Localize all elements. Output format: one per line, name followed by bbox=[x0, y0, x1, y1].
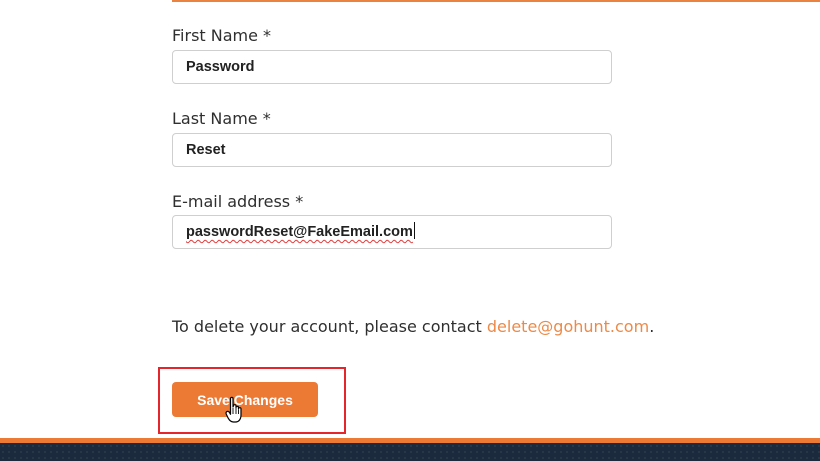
top-divider bbox=[172, 0, 820, 2]
footer-pattern bbox=[0, 443, 820, 461]
hand-pointer-icon bbox=[225, 396, 242, 423]
delete-account-note: To delete your account, please contact d… bbox=[172, 317, 654, 337]
last-name-input[interactable]: Reset bbox=[172, 133, 612, 167]
last-name-label: Last Name * bbox=[172, 109, 271, 128]
text-caret bbox=[413, 222, 415, 239]
first-name-input[interactable]: Password bbox=[172, 50, 612, 84]
delete-note-suffix: . bbox=[649, 317, 655, 336]
email-input[interactable]: passwordReset@FakeEmail.com bbox=[172, 215, 612, 249]
first-name-label: First Name * bbox=[172, 26, 272, 45]
delete-email-link[interactable]: delete@gohunt.com bbox=[487, 317, 649, 336]
delete-note-prefix: To delete your account, please contact bbox=[172, 317, 487, 336]
email-label: E-mail address * bbox=[172, 192, 304, 211]
last-name-value: Reset bbox=[186, 142, 226, 158]
first-name-value: Password bbox=[186, 59, 255, 75]
site-footer bbox=[0, 438, 820, 461]
email-value: passwordReset@FakeEmail.com bbox=[186, 224, 413, 240]
